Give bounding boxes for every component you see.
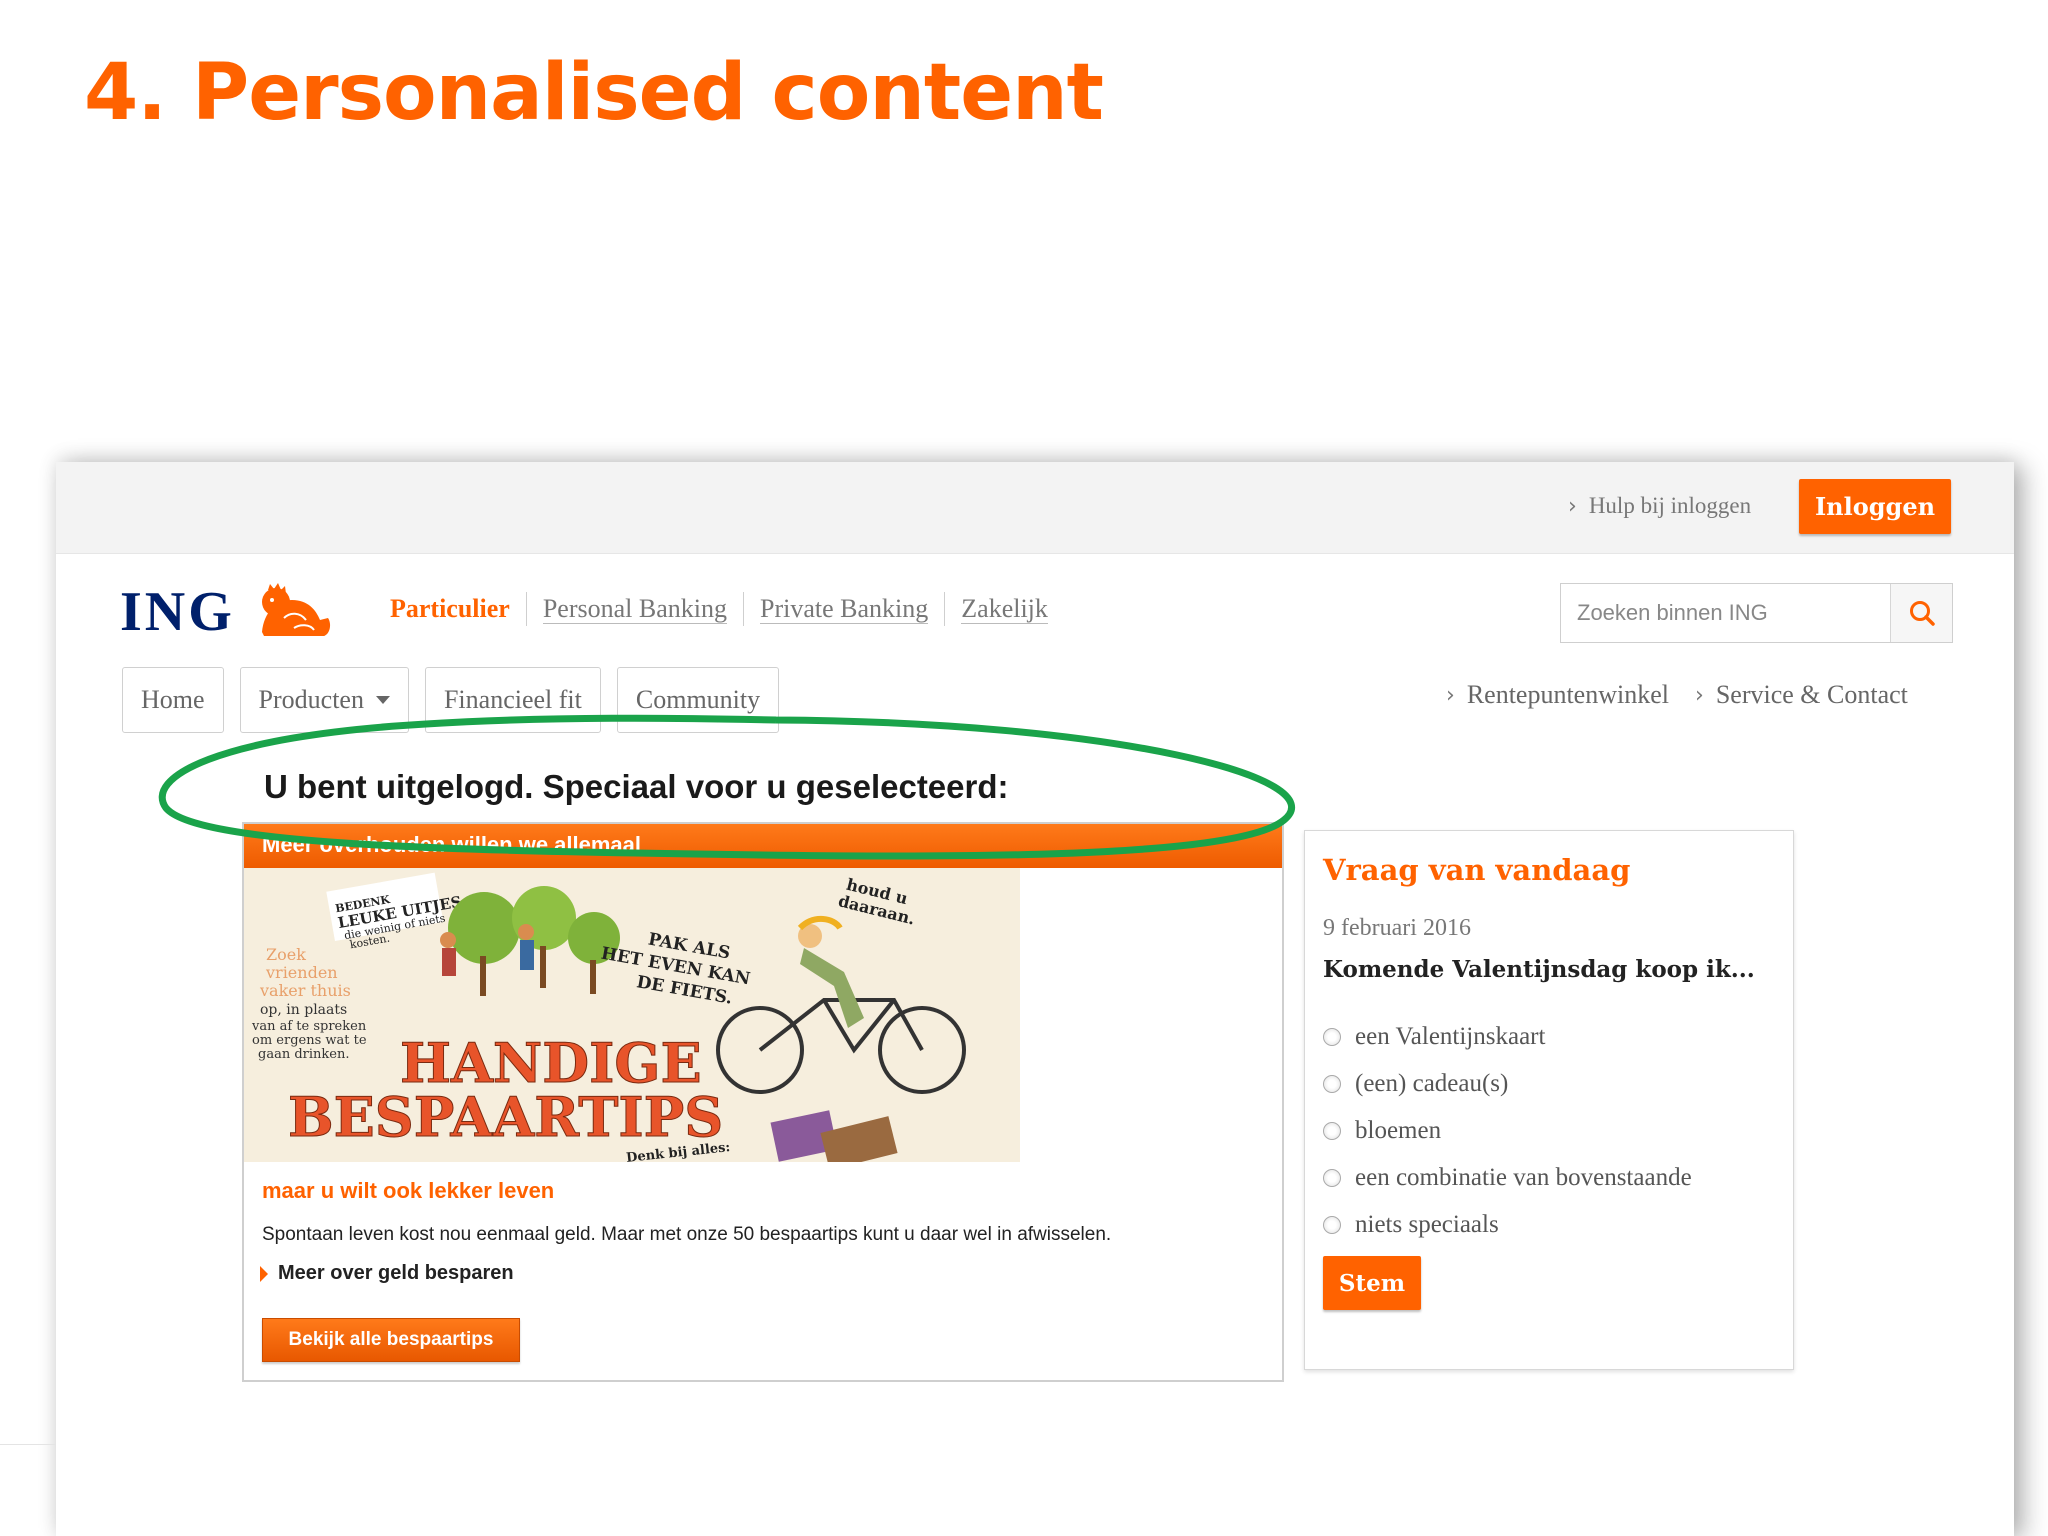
chevron-right-icon: › bbox=[1695, 682, 1704, 708]
chevron-right-icon: › bbox=[1568, 493, 1577, 519]
poll-option-cadeaus[interactable]: (een) cadeau(s) bbox=[1323, 1060, 1775, 1107]
segment-zakelijk[interactable]: Zakelijk bbox=[945, 592, 1064, 626]
segment-nav: Particulier Personal Banking Private Ban… bbox=[390, 592, 1064, 626]
search-input[interactable] bbox=[1561, 584, 1890, 642]
caret-down-icon bbox=[375, 696, 390, 704]
search-box bbox=[1560, 583, 1953, 643]
utility-links: › Rentepuntenwinkel › Service & Contact bbox=[1446, 680, 1908, 710]
image-text-zoek-3: vaker thuis bbox=[259, 981, 351, 1000]
poll-option-valentijnskaart[interactable]: een Valentijnskaart bbox=[1323, 1013, 1775, 1060]
poll-options: een Valentijnskaart (een) cadeau(s) bloe… bbox=[1323, 1013, 1775, 1248]
ing-lion-logo-icon bbox=[262, 583, 331, 636]
bespaartips-illustration[interactable]: BEDENK LEUKE UITJES die weinig of niets … bbox=[244, 868, 1020, 1162]
segment-personal-banking[interactable]: Personal Banking bbox=[527, 592, 744, 626]
view-all-tips-button[interactable]: Bekijk alle bespaartips bbox=[262, 1318, 520, 1362]
poll-question: Komende Valentijnsdag koop ik... bbox=[1323, 956, 1755, 983]
vote-button[interactable]: Stem bbox=[1323, 1256, 1421, 1310]
radio-button[interactable] bbox=[1323, 1074, 1341, 1093]
poll-title: Vraag van vandaag bbox=[1323, 853, 1631, 887]
image-text-zoek-6: om ergens wat te bbox=[252, 1033, 367, 1048]
search-icon bbox=[1909, 601, 1935, 626]
daily-poll-card: Vraag van vandaag 9 februari 2016 Komend… bbox=[1304, 830, 1794, 1370]
image-text-zoek-4: op, in plaats bbox=[260, 1002, 347, 1018]
image-text-zoek-7: gaan drinken. bbox=[258, 1047, 349, 1062]
radio-button[interactable] bbox=[1323, 1215, 1341, 1234]
search-button[interactable] bbox=[1890, 584, 1952, 642]
radio-button[interactable] bbox=[1323, 1121, 1341, 1140]
rentepuntenwinkel-link[interactable]: › Rentepuntenwinkel bbox=[1446, 680, 1669, 710]
chevron-right-icon: › bbox=[1446, 682, 1455, 708]
image-text-zoek-2: vrienden bbox=[265, 963, 338, 982]
help-login-link[interactable]: › Hulp bij inloggen bbox=[1568, 488, 1751, 524]
help-login-label: Hulp bij inloggen bbox=[1588, 493, 1752, 518]
radio-button[interactable] bbox=[1323, 1168, 1341, 1187]
poll-option-bloemen[interactable]: bloemen bbox=[1323, 1107, 1775, 1154]
service-contact-link[interactable]: › Service & Contact bbox=[1695, 680, 1908, 710]
savings-teaser-card: Meer overhouden willen we allemaal BEDEN… bbox=[242, 822, 1284, 1382]
login-button[interactable]: Inloggen bbox=[1799, 479, 1951, 534]
image-text-zoek-5: van af te spreken bbox=[251, 1019, 367, 1034]
teaser-description: Spontaan leven kost nou eenmaal geld. Ma… bbox=[262, 1224, 1112, 1245]
top-utility-bar: › Hulp bij inloggen Inloggen bbox=[56, 462, 2014, 554]
segment-particulier[interactable]: Particulier bbox=[390, 592, 527, 626]
ing-website-screenshot: › Hulp bij inloggen Inloggen ING Particu… bbox=[56, 462, 2014, 1536]
segment-private-banking[interactable]: Private Banking bbox=[744, 592, 946, 626]
triangle-right-icon bbox=[260, 1265, 268, 1282]
radio-button[interactable] bbox=[1323, 1027, 1341, 1046]
poll-date: 9 februari 2016 bbox=[1323, 915, 1471, 941]
poll-option-niets[interactable]: niets speciaals bbox=[1323, 1201, 1775, 1248]
image-text-zoek-1: Zoek bbox=[266, 945, 306, 964]
savings-more-link[interactable]: Meer over geld besparen bbox=[260, 1262, 514, 1285]
slide-divider bbox=[0, 1444, 56, 1445]
highlight-ellipse-annotation bbox=[158, 714, 1295, 860]
slide-title: 4. Personalised content bbox=[84, 48, 1104, 138]
ing-logo-text[interactable]: ING bbox=[120, 580, 235, 644]
teaser-subtitle: maar u wilt ook lekker leven bbox=[262, 1178, 555, 1203]
poll-option-combinatie[interactable]: een combinatie van bovenstaande bbox=[1323, 1154, 1775, 1201]
image-title-bespaartips: BESPAARTIPS bbox=[288, 1085, 723, 1149]
